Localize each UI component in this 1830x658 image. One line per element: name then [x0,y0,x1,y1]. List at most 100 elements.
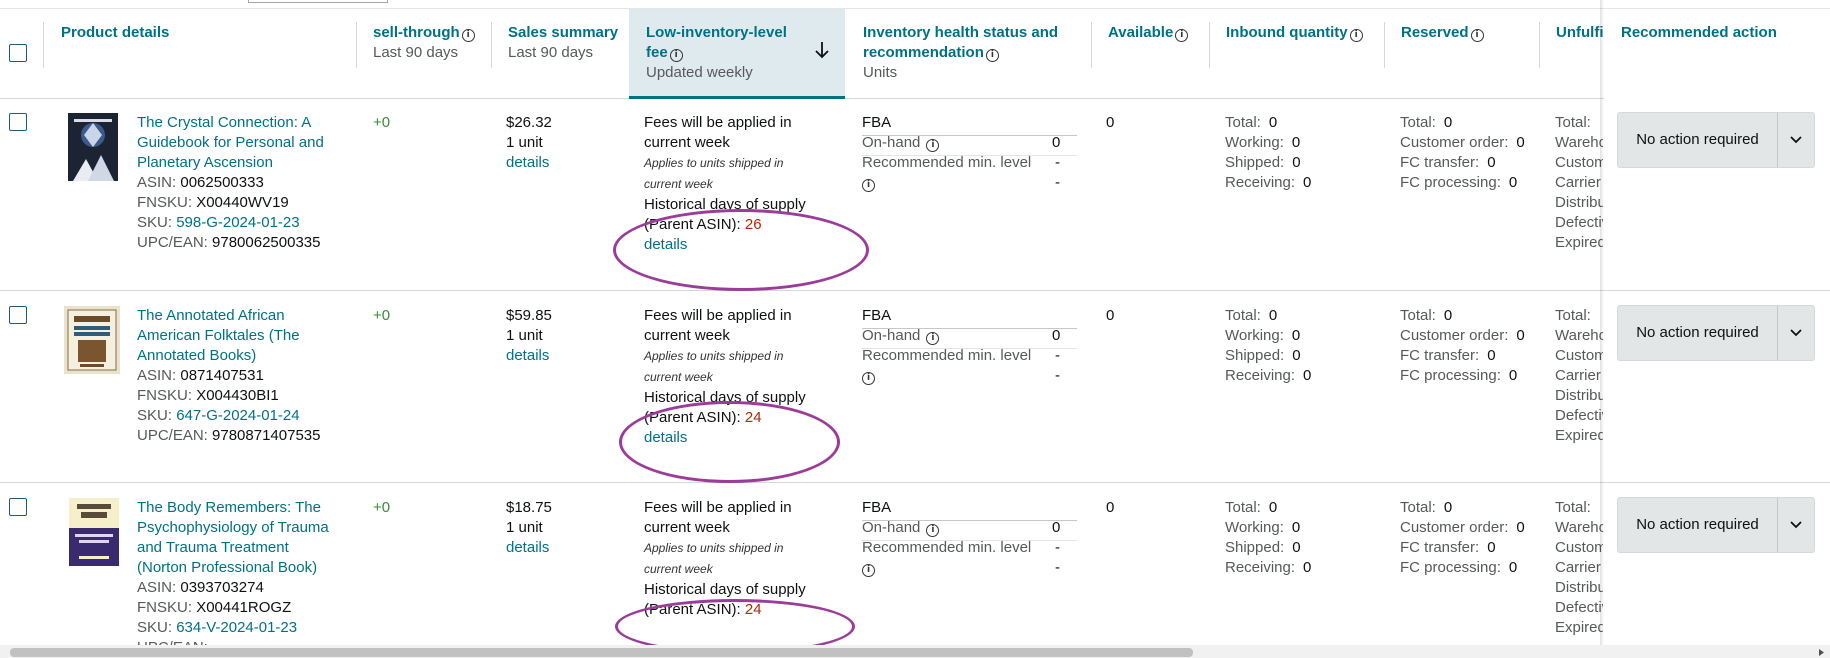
header-low-inventory-fee-sorted[interactable]: Low-inventory-level fee i Updated weekly [629,9,845,99]
upc-value: 9780871407535 [212,427,321,444]
header-title: Inventory health status and [863,24,1059,41]
header-recommended-action[interactable]: Recommended action [1604,9,1830,99]
info-icon[interactable]: i [1175,29,1189,42]
action-dropdown[interactable] [1777,113,1814,167]
unfulfillable-label: Carrier [1555,367,1601,384]
product-info: The Crystal Connection: A Guidebook for … [137,113,337,253]
unfulfillable-label: Wareho [1555,134,1603,151]
column-divider [1209,22,1210,68]
sku-link[interactable]: 598-G-2024-01-23 [176,214,299,231]
reserved-quantity: Total: 0 Customer order: 0 FC transfer: 0 F… [1400,306,1525,386]
info-icon[interactable]: i [1349,29,1363,42]
sku-label: SKU: [137,214,173,231]
sales-details-link[interactable]: details [506,346,552,366]
header-title: sell-through [373,24,460,41]
header-product-details[interactable]: Product details [61,9,351,99]
inbound-receiving-value: 0 [1303,174,1312,191]
product-title-line[interactable]: (Norton Professional Book) [137,558,347,578]
reserved-total-label: Total: [1400,114,1436,131]
unfulfillable-label: Expired [1555,427,1603,444]
header-inbound-quantity[interactable]: Inbound quantity i [1226,9,1386,99]
inbound-total-label: Total: [1225,499,1261,516]
scrollbar-thumb[interactable] [10,648,1193,657]
product-image[interactable] [68,113,118,181]
sku-link[interactable]: 647-G-2024-01-24 [176,407,299,424]
fee-note-line: Applies to units shipped in [644,349,784,363]
sell-through-value: +0 [373,307,391,324]
table-row: The Annotated African American Folktales… [0,291,1830,483]
sticky-column-shadow [1600,0,1604,658]
product-info: The Annotated African American Folktales… [137,306,337,446]
fee-status-line: Fees will be applied in [644,499,792,516]
header-title: Low-inventory-level [646,24,787,41]
inbound-quantity: Total: 0 Working: 0 Shipped: 0 Receiving: 0 [1225,498,1311,578]
product-title-line[interactable]: The Body Remembers: The [137,498,347,518]
product-title-line[interactable]: Guidebook for Personal and [137,133,337,153]
recommended-action-cell: No action required [1604,99,1830,290]
sort-arrow-down-icon[interactable] [814,41,830,59]
reserved-customer-order-value: 0 [1516,134,1525,151]
product-title-line[interactable]: The Annotated African [137,306,337,326]
asin-label: ASIN: [137,367,177,384]
action-dropdown[interactable] [1777,306,1814,360]
inbound-working-label: Working: [1225,519,1284,536]
sales-details-link[interactable]: details [506,538,552,558]
info-icon[interactable]: i [985,49,999,62]
product-title-line[interactable]: Psychophysiology of Trauma [137,518,347,538]
header-sales-summary[interactable]: Sales summary Last 90 days [508,9,628,99]
info-icon[interactable]: i [1470,29,1484,42]
table-row: The Body Remembers: The Psychophysiology… [0,483,1830,658]
unfulfillable-label: Total: [1555,499,1591,516]
search-input-edge[interactable] [248,0,388,3]
product-title-line[interactable]: The Crystal Connection: A [137,113,337,133]
info-icon[interactable]: i [926,139,940,152]
header-reserved[interactable]: Reserved i [1401,9,1531,99]
product-image[interactable] [64,306,120,374]
inventory-health: FBA On-hand i 0 Recommended min. level - i - [862,306,1077,386]
rec-min-label: Recommended min. level [862,154,1032,171]
row-select-checkbox[interactable] [9,113,27,131]
info-icon[interactable]: i [862,179,875,192]
reserved-fc-processing-label: FC processing: [1400,174,1501,191]
scroll-right-arrow-icon[interactable] [1818,648,1826,657]
info-icon[interactable]: i [862,372,875,385]
info-icon[interactable]: i [926,332,940,345]
header-subtitle: Updated weekly [646,64,753,81]
select-all-checkbox[interactable] [9,44,27,62]
product-image[interactable] [69,498,119,566]
recommended-action-button[interactable]: No action required [1617,497,1815,553]
product-title-line[interactable]: and Trauma Treatment [137,538,347,558]
reserved-total-value: 0 [1443,499,1453,516]
chevron-down-icon [1790,329,1802,337]
fee-note-line: current week [644,370,713,384]
reserved-quantity: Total: 0 Customer order: 0 FC transfer: 0 F… [1400,113,1525,193]
sales-details-link[interactable]: details [506,153,552,173]
recommended-action-button[interactable]: No action required [1617,305,1815,361]
product-title-line[interactable]: American Folktales (The [137,326,337,346]
product-title-line[interactable]: Annotated Books) [137,346,337,366]
unfulfillable-label: Total: [1555,114,1591,131]
sku-link[interactable]: 634-V-2024-01-23 [176,619,297,636]
row-select-checkbox[interactable] [9,498,27,516]
available-value: 0 [1106,307,1115,324]
row-select-checkbox[interactable] [9,306,27,324]
header-sell-through[interactable]: sell-through i Last 90 days [373,9,488,99]
action-dropdown[interactable] [1777,498,1814,552]
header-inventory-health[interactable]: Inventory health status and recommendati… [863,9,1083,99]
info-icon[interactable]: i [926,524,940,537]
recommended-action-button[interactable]: No action required [1617,112,1815,168]
fee-status-line: current week [644,519,730,536]
unfulfillable-label: Distribu [1555,579,1603,596]
header-available[interactable]: Available i [1108,9,1203,99]
info-icon[interactable]: i [461,29,475,42]
header-unfulfillable[interactable]: Unfulfi [1556,9,1604,99]
column-divider [356,22,357,68]
info-icon[interactable]: i [669,49,683,62]
info-icon[interactable]: i [862,564,875,577]
reserved-customer-order-value: 0 [1516,519,1525,536]
header-title: Sales summary [508,24,619,41]
product-title-line[interactable]: Planetary Ascension [137,153,337,173]
inbound-total-value: 0 [1268,307,1278,324]
unfulfillable-label: Wareho [1555,519,1603,536]
fee-note-line: current week [644,562,713,576]
